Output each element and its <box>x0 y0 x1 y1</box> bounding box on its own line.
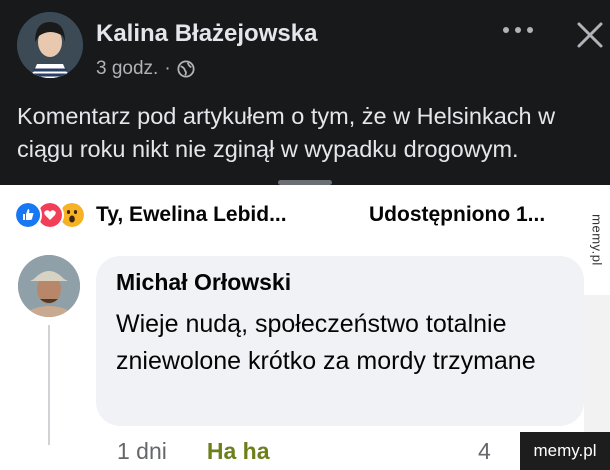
comment-footer: 1 dni Ha ha <box>117 438 270 465</box>
thread-line <box>48 325 50 445</box>
reactions-row[interactable]: Ty, Ewelina Lebid... <box>14 201 287 229</box>
commenter-avatar[interactable] <box>18 255 80 317</box>
post-meta: 3 godz. · <box>96 58 195 80</box>
side-watermark-text: memy.pl <box>589 214 605 266</box>
shares-count[interactable]: Udostępniono 1... <box>369 203 545 227</box>
globe-icon <box>177 60 195 78</box>
author-name[interactable]: Kalina Błażejowska <box>96 20 317 48</box>
post-time[interactable]: 3 godz. <box>96 58 158 80</box>
post-header: Kalina Błażejowska 3 godz. · Komentarz p… <box>0 0 610 183</box>
post-text: Komentarz pod artykułem o tym, że w Hels… <box>17 103 556 162</box>
comment-text: Wieje nudą, społeczeństwo totalnie zniew… <box>116 310 536 375</box>
more-options-icon[interactable] <box>500 20 536 40</box>
commenter-name[interactable]: Michał Orłowski <box>116 269 291 296</box>
like-icon <box>14 201 42 229</box>
haha-reaction-button[interactable]: Ha ha <box>207 438 270 465</box>
comment-reaction-count[interactable]: 4 <box>478 438 491 465</box>
close-icon[interactable] <box>575 20 605 50</box>
comments-area: Ty, Ewelina Lebid... Udostępniono 1... M… <box>0 185 584 470</box>
meta-separator: · <box>164 58 171 79</box>
author-avatar[interactable] <box>17 12 83 78</box>
comment-time[interactable]: 1 dni <box>117 438 167 465</box>
comment-bubble: Michał Orłowski Wieje nudą, społeczeństw… <box>96 256 584 426</box>
side-watermark: memy.pl <box>584 185 610 295</box>
reactions-names[interactable]: Ty, Ewelina Lebid... <box>96 203 287 227</box>
corner-watermark: memy.pl <box>520 432 610 470</box>
